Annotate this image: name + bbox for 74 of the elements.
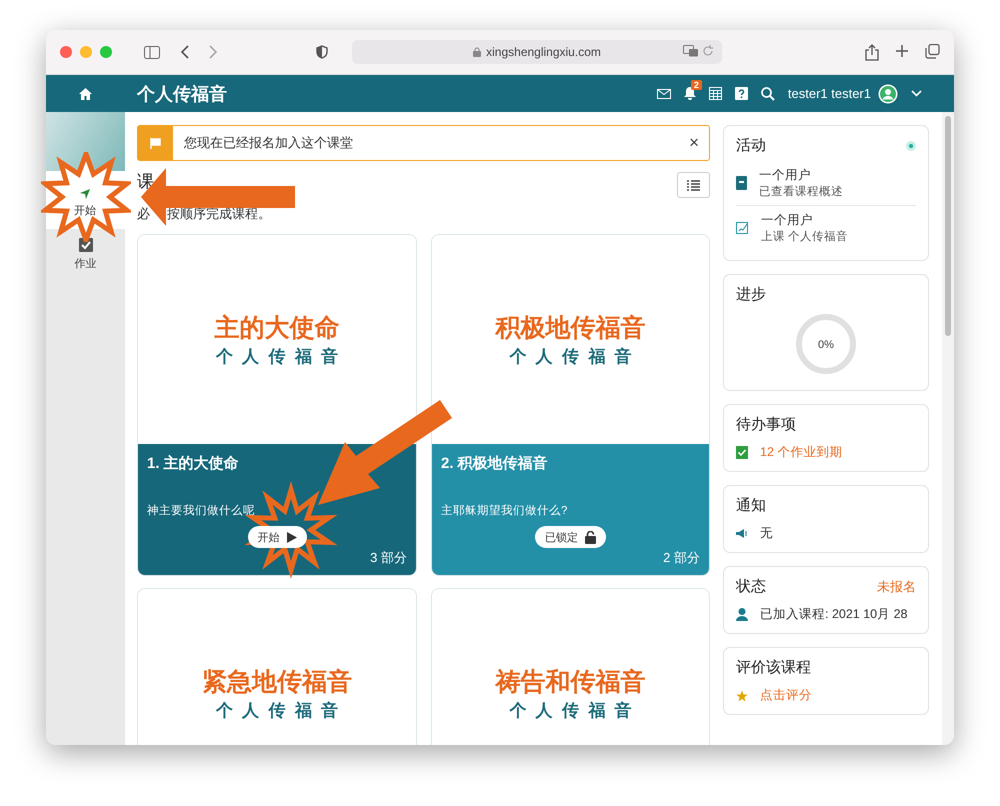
list-icon bbox=[687, 180, 700, 190]
notice-text: 无 bbox=[760, 525, 773, 542]
person-icon bbox=[736, 608, 748, 621]
sidebar-toggle-icon[interactable] bbox=[144, 46, 160, 58]
close-alert-button[interactable]: × bbox=[679, 133, 709, 153]
lesson-title: 1. 主的大使命 bbox=[147, 454, 240, 473]
chevron-down-icon[interactable] bbox=[911, 90, 922, 97]
cover-title: 紧急地传福音 bbox=[202, 667, 352, 698]
flag-icon bbox=[150, 138, 161, 148]
bell-icon[interactable] bbox=[684, 87, 696, 100]
parts-count: 3 部分 bbox=[370, 549, 407, 567]
avatar-icon[interactable] bbox=[878, 84, 898, 104]
megaphone-icon bbox=[736, 528, 748, 539]
cover-subtitle: 个人传福音 bbox=[509, 700, 642, 722]
new-tab-icon[interactable] bbox=[895, 44, 909, 58]
star-icon bbox=[736, 690, 748, 702]
play-icon bbox=[286, 532, 296, 542]
close-window-button[interactable] bbox=[60, 46, 72, 58]
section-heading: 课 bbox=[137, 172, 154, 192]
panel-title: 评价该课程 bbox=[736, 658, 811, 677]
notification-badge: 2 bbox=[690, 80, 702, 90]
cover-title: 积极地传福音 bbox=[496, 313, 646, 344]
search-icon[interactable] bbox=[760, 86, 775, 100]
lesson-title: 2. 积极地传福音 bbox=[441, 454, 549, 473]
cover-title: 主的大使命 bbox=[214, 313, 340, 344]
panel-title: 待办事项 bbox=[736, 415, 796, 434]
panel-title: 通知 bbox=[736, 496, 766, 515]
progress-ring: 0% bbox=[794, 312, 858, 376]
list-view-button[interactable] bbox=[677, 172, 710, 198]
course-card[interactable]: 祷告和传福音 个人传福音 bbox=[431, 588, 710, 745]
activity-user: 一个用户 bbox=[761, 212, 814, 229]
share-icon[interactable] bbox=[865, 44, 879, 60]
section-description: 按顺序完成课程。 bbox=[167, 205, 271, 223]
cover-subtitle: 个人传福音 bbox=[216, 346, 348, 368]
joined-date: 已加入课程: 2021 10月 28 bbox=[760, 606, 908, 623]
navigation-arrow-icon bbox=[79, 188, 91, 200]
live-dot-icon bbox=[906, 140, 916, 150]
cover-subtitle: 个人传福音 bbox=[216, 700, 348, 722]
help-icon[interactable] bbox=[734, 87, 748, 100]
locked-button[interactable]: 已锁定 bbox=[535, 526, 606, 548]
scrollbar-thumb[interactable] bbox=[945, 116, 951, 336]
activity-description: 已查看课程概述 bbox=[759, 184, 843, 199]
back-icon[interactable] bbox=[180, 45, 190, 59]
panel-title: 状态 bbox=[736, 577, 766, 596]
home-icon[interactable] bbox=[79, 88, 92, 100]
cover-subtitle: 个人传福音 bbox=[509, 346, 642, 368]
enrollment-status: 未报名 bbox=[877, 578, 916, 596]
sidebar-item[interactable]: 开始 bbox=[68, 187, 102, 219]
mail-icon[interactable] bbox=[656, 88, 671, 98]
course-card[interactable]: 紧急地传福音 个人传福音 bbox=[137, 588, 417, 745]
lock-icon bbox=[473, 47, 482, 57]
notebook-icon bbox=[736, 176, 747, 190]
start-button[interactable]: 开始 bbox=[248, 526, 306, 548]
course-title: 个人传福音 bbox=[137, 82, 227, 106]
activity-user: 一个用户 bbox=[759, 167, 812, 184]
user-name[interactable]: tester1 tester1 bbox=[788, 86, 871, 101]
edit-document-icon bbox=[736, 222, 749, 234]
lesson-description: 主耶稣期望我们做什么? bbox=[441, 503, 568, 518]
cover-title: 祷告和传福音 bbox=[496, 667, 646, 698]
tabs-overview-icon[interactable] bbox=[925, 44, 940, 58]
course-card[interactable]: 积极地传福音 个人传福音 2. 积极地传福音 主耶稣期望我们做什么? 已锁定 2 部分 bbox=[431, 234, 710, 576]
course-card[interactable]: 主的大使命 个人传福音 1. 主的大使命 神主要我们做什么呢 开始 3 部分 bbox=[137, 234, 417, 576]
activity-description: 上课 个人传福音 bbox=[761, 229, 848, 244]
shield-icon[interactable] bbox=[316, 45, 328, 59]
panel-title: 进步 bbox=[736, 285, 766, 304]
lesson-description: 神主要我们做什么呢 bbox=[147, 503, 256, 518]
address-bar[interactable]: xingshenglingxiu.com bbox=[352, 40, 722, 64]
parts-count: 2 部分 bbox=[663, 549, 700, 567]
checkbox-icon bbox=[736, 446, 748, 459]
calendar-icon[interactable] bbox=[708, 87, 722, 100]
panel-title: 活动 bbox=[736, 136, 766, 155]
section-description: 必 bbox=[137, 205, 150, 223]
lock-icon bbox=[585, 530, 596, 544]
alert-text: 您现在已经报名加入这个课堂 bbox=[184, 134, 354, 152]
